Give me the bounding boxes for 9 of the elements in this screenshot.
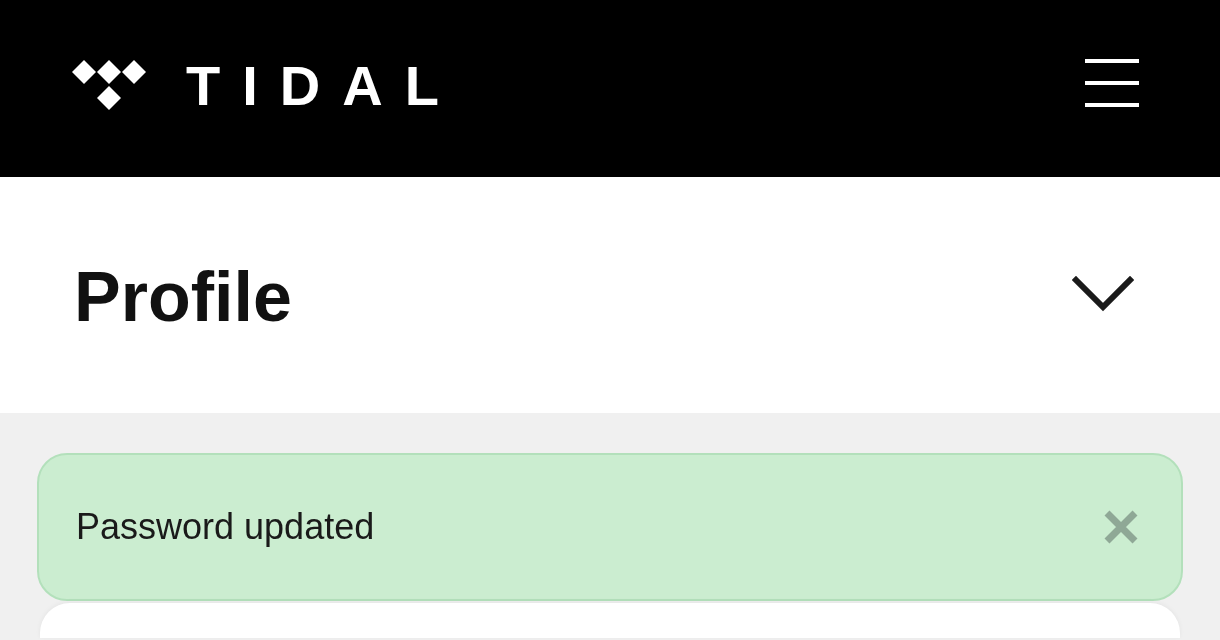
alert-message: Password updated bbox=[76, 505, 375, 549]
diamond-logo-icon bbox=[72, 59, 146, 110]
chevron-icon bbox=[1072, 276, 1134, 314]
menu-icon bbox=[1085, 58, 1139, 107]
section-title: Profile bbox=[74, 262, 292, 332]
brand-name: TIDAL bbox=[186, 57, 461, 114]
menu-button[interactable] bbox=[1085, 58, 1139, 107]
close-icon bbox=[1103, 509, 1139, 545]
expand-toggle[interactable] bbox=[1072, 276, 1134, 314]
